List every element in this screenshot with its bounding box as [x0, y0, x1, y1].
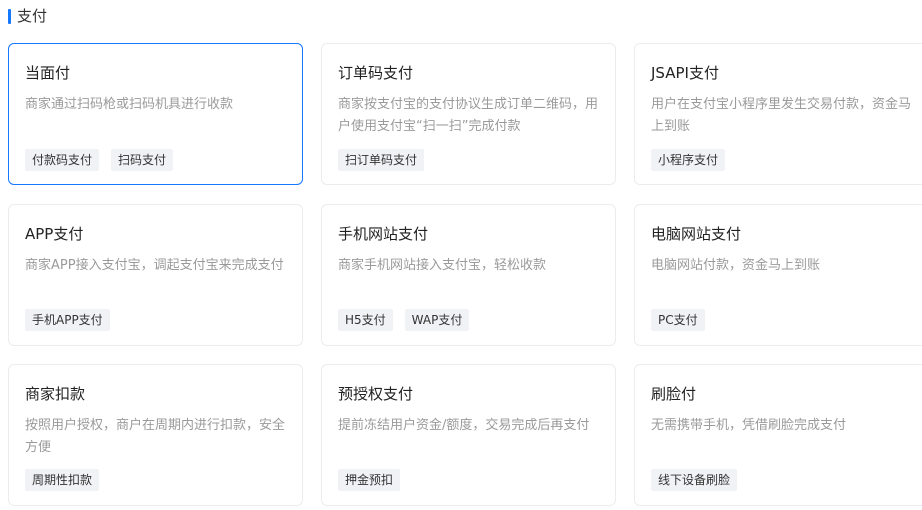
card-tag: PC支付: [651, 309, 705, 331]
card-tags: 扫订单码支付: [338, 149, 425, 171]
card-title: APP支付: [25, 225, 84, 243]
card-tags: 线下设备刷脸: [651, 469, 738, 491]
card-tag: 手机APP支付: [25, 309, 110, 331]
payment-card[interactable]: 电脑网站支付 电脑网站付款，资金马上到账 PC支付: [634, 204, 922, 346]
card-tag: 线下设备刷脸: [651, 469, 738, 491]
payment-card[interactable]: 刷脸付 无需携带手机，凭借刷脸完成支付 线下设备刷脸: [634, 364, 922, 506]
card-tag: 付款码支付: [25, 149, 100, 171]
card-tag: 扫订单码支付: [338, 149, 425, 171]
card-description: 按照用户授权，商户在周期内进行扣款，安全方便: [25, 418, 286, 455]
card-title: JSAPI支付: [651, 64, 719, 82]
card-description: 商家APP接入支付宝，调起支付宝来完成支付: [25, 258, 284, 273]
card-title: 预授权支付: [338, 385, 414, 403]
card-tag: H5支付: [338, 309, 393, 331]
payment-card[interactable]: 预授权支付 提前冻结用户资金/额度，交易完成后再支付 押金预扣: [321, 364, 616, 506]
payment-card[interactable]: 当面付 商家通过扫码枪或扫码机具进行收款 付款码支付 扫码支付: [8, 43, 303, 185]
card-tag: 小程序支付: [651, 149, 726, 171]
card-tag: WAP支付: [404, 309, 470, 331]
payment-card[interactable]: 手机网站支付 商家手机网站接入支付宝，轻松收款 H5支付 WAP支付: [321, 204, 616, 346]
card-tags: 小程序支付: [651, 149, 726, 171]
card-title: 电脑网站支付: [651, 225, 742, 243]
card-description: 商家按支付宝的支付协议生成订单二维码，用户使用支付宝“扫一扫”完成付款: [338, 97, 599, 134]
card-tags: 手机APP支付: [25, 309, 110, 331]
card-tags: PC支付: [651, 309, 705, 331]
card-tag: 押金预扣: [338, 469, 401, 491]
section-header: 支付: [8, 6, 47, 26]
card-title: 当面付: [25, 64, 71, 82]
card-title: 订单码支付: [338, 64, 414, 82]
card-description: 无需携带手机，凭借刷脸完成支付: [651, 418, 847, 433]
section-title: 支付: [17, 7, 48, 25]
card-tags: 押金预扣: [338, 469, 401, 491]
card-tags: 付款码支付 扫码支付: [25, 149, 174, 171]
card-description: 商家手机网站接入支付宝，轻松收款: [338, 258, 547, 273]
card-tag: 周期性扣款: [25, 469, 100, 491]
card-tag: 扫码支付: [111, 149, 174, 171]
section-accent-bar: [8, 8, 11, 24]
card-title: 刷脸付: [651, 385, 697, 403]
card-tags: H5支付 WAP支付: [338, 309, 470, 331]
payment-card[interactable]: 商家扣款 按照用户授权，商户在周期内进行扣款，安全方便 周期性扣款: [8, 364, 303, 506]
payment-card[interactable]: 订单码支付 商家按支付宝的支付协议生成订单二维码，用户使用支付宝“扫一扫”完成付…: [321, 43, 616, 185]
card-description: 提前冻结用户资金/额度，交易完成后再支付: [338, 418, 590, 433]
card-tags: 周期性扣款: [25, 469, 100, 491]
card-description: 用户在支付宝小程序里发生交易付款，资金马上到账: [651, 97, 912, 134]
payment-card[interactable]: JSAPI支付 用户在支付宝小程序里发生交易付款，资金马上到账 小程序支付: [634, 43, 922, 185]
card-title: 手机网站支付: [338, 225, 429, 243]
card-description: 商家通过扫码枪或扫码机具进行收款: [25, 97, 234, 112]
card-description: 电脑网站付款，资金马上到账: [651, 258, 821, 273]
card-title: 商家扣款: [25, 385, 86, 403]
payment-card[interactable]: APP支付 商家APP接入支付宝，调起支付宝来完成支付 手机APP支付: [8, 204, 303, 346]
